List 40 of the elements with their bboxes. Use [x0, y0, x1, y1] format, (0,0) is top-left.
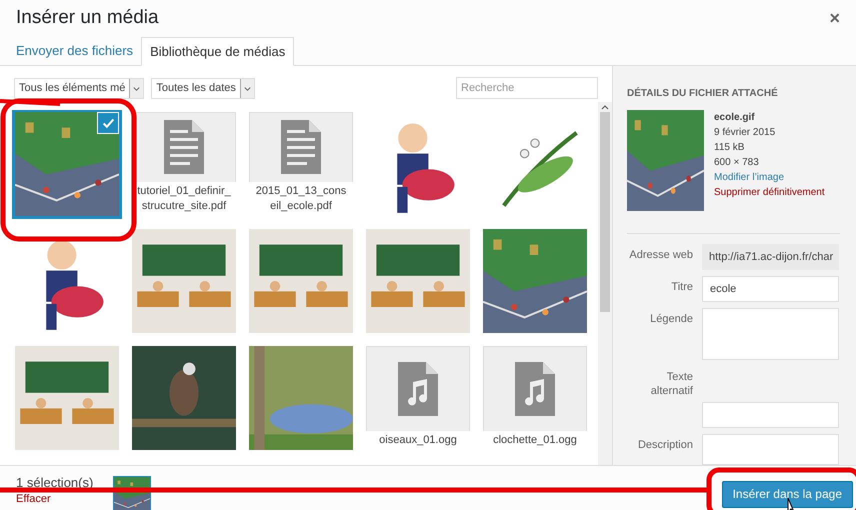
close-button[interactable]: × — [829, 4, 840, 32]
audio-file-icon — [398, 362, 438, 416]
tab[interactable]: Envoyer des fichiers — [8, 36, 142, 65]
caret-icon — [240, 78, 254, 98]
document-icon — [281, 120, 321, 174]
text-field[interactable] — [702, 402, 839, 428]
edit-image-link[interactable]: Modifier l’image — [714, 170, 825, 185]
media-tile[interactable]: oiseaux_01.ogg — [366, 346, 470, 450]
caret-icon — [129, 78, 144, 98]
insert-button[interactable]: Insérer dans la page — [722, 480, 853, 508]
document-icon — [164, 120, 204, 174]
field-label: Titre — [670, 280, 693, 295]
check-icon — [97, 112, 119, 134]
file-name: ecole.gif — [714, 111, 756, 125]
annotation-line — [0, 99, 60, 106]
field-label: Adresse web — [628, 248, 693, 263]
field-label: Description — [636, 438, 693, 453]
details-heading: DÉTAILS DU FICHIER ATTACHÉ — [627, 86, 779, 101]
scrollbar[interactable] — [598, 102, 612, 465]
media-tile[interactable]: 2015_01_13_conseil_ecole.pdf — [249, 112, 353, 216]
clear-link[interactable]: Effacer — [16, 491, 94, 507]
audio-file-icon — [515, 362, 555, 416]
file-size: 115 kB — [714, 141, 746, 155]
file-date: 9 février 2015 — [714, 126, 776, 140]
filter-select[interactable]: Toutes les dates — [151, 78, 255, 98]
file-name: oiseaux_01.ogg — [366, 431, 470, 450]
field-label: Légende — [649, 312, 693, 327]
filter-select[interactable]: Tous les éléments mé — [14, 78, 144, 98]
selection-count: 1 sélection(s) — [16, 475, 94, 491]
file-name: 2015_01_13_conseil_ecole.pdf — [249, 182, 353, 216]
field-label: Texte alternatif — [650, 370, 693, 398]
search-field[interactable]: Recherche — [456, 77, 598, 99]
tab[interactable]: Bibliothèque de médias — [141, 37, 294, 66]
text-field[interactable]: ecole — [702, 276, 839, 302]
window-title: Insérer un média — [16, 6, 159, 30]
media-tile[interactable]: clochette_01.ogg — [483, 346, 587, 450]
image-dimensions: 600 × 783 — [714, 156, 760, 170]
file-name: clochette_01.ogg — [483, 431, 587, 450]
delete-link[interactable]: Supprimer définitivement — [714, 185, 825, 200]
url-field[interactable]: http://ia71.ac-dijon.fr/char — [702, 244, 839, 270]
